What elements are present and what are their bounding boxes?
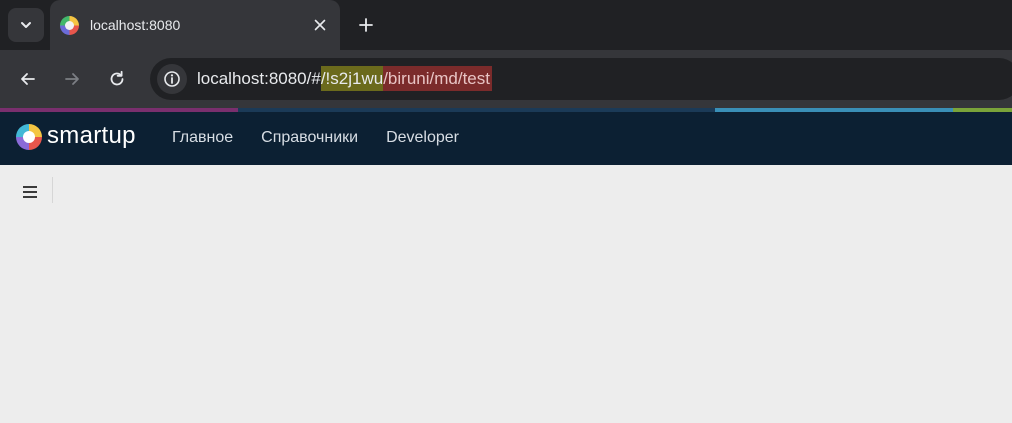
browser-tab[interactable]: localhost:8080 xyxy=(50,0,340,50)
nav-item-references[interactable]: Справочники xyxy=(247,112,372,165)
tab-title: localhost:8080 xyxy=(90,17,181,33)
toolbar-divider xyxy=(52,177,53,203)
tab-search-button[interactable] xyxy=(8,8,44,42)
nav-item-developer[interactable]: Developer xyxy=(372,112,473,165)
plus-icon xyxy=(359,18,373,32)
content-area xyxy=(0,165,1012,423)
url-segment-1: /!s2j1wu xyxy=(320,66,384,91)
new-tab-button[interactable] xyxy=(352,11,380,39)
back-button[interactable] xyxy=(13,64,43,94)
chevron-down-icon xyxy=(21,22,31,28)
browser-tabstrip: localhost:8080 xyxy=(0,0,1012,50)
url-host: localhost:8080/# xyxy=(197,69,321,88)
brand-name: smartup xyxy=(47,122,136,149)
arrow-right-icon xyxy=(65,73,79,85)
favicon-icon xyxy=(60,16,79,35)
browser-toolbar: localhost:8080/#/!s2j1wu/biruni/md/test xyxy=(0,50,1012,108)
reload-icon xyxy=(110,70,124,86)
main-nav: Главное Справочники Developer xyxy=(158,112,473,165)
menu-toggle-button[interactable] xyxy=(16,181,44,203)
tab-close-button[interactable] xyxy=(310,15,330,35)
site-info-button[interactable] xyxy=(157,64,187,94)
forward-button[interactable] xyxy=(57,64,87,94)
info-icon xyxy=(164,71,180,87)
url-text[interactable]: localhost:8080/#/!s2j1wu/biruni/md/test xyxy=(197,66,492,91)
arrow-left-icon xyxy=(21,73,35,85)
reload-button[interactable] xyxy=(102,64,132,94)
url-segment-2: /biruni/md/test xyxy=(383,66,492,91)
address-bar[interactable]: localhost:8080/#/!s2j1wu/biruni/md/test xyxy=(150,58,1012,100)
nav-item-main[interactable]: Главное xyxy=(158,112,247,165)
smartup-logo-icon xyxy=(16,124,42,150)
app-header: smartup Главное Справочники Developer xyxy=(0,112,1012,165)
hamburger-icon xyxy=(23,186,37,198)
close-icon xyxy=(314,19,326,31)
